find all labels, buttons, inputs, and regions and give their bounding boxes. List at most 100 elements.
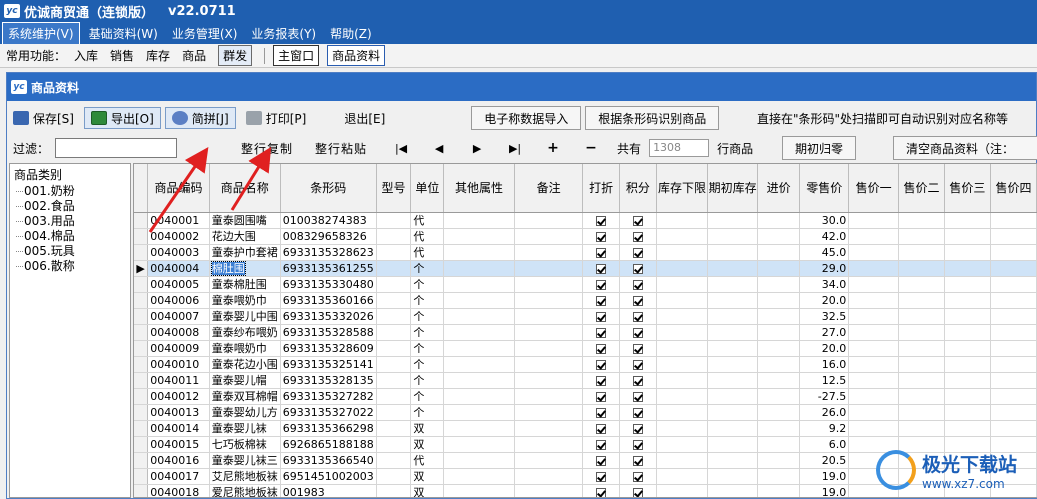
cell-name[interactable]: 童泰婴儿袜: [209, 420, 281, 437]
cell-price2[interactable]: [898, 228, 945, 245]
tree-node-toys[interactable]: 005.玩具: [14, 244, 126, 259]
cell-retail[interactable]: 34.0: [799, 276, 850, 293]
cell-price2[interactable]: [898, 404, 945, 421]
cell-discount[interactable]: [582, 340, 621, 357]
cell-price3[interactable]: [944, 244, 991, 261]
cell-price4[interactable]: [990, 388, 1037, 405]
quick-item-goods[interactable]: 商品: [182, 47, 206, 64]
cell-model[interactable]: [376, 420, 412, 437]
cell-name[interactable]: 童泰棉肚围: [209, 276, 281, 293]
row-indicator[interactable]: [134, 436, 149, 453]
checkbox-icon[interactable]: [632, 455, 643, 466]
cell-cost[interactable]: [757, 404, 801, 421]
cell-name[interactable]: 童泰婴儿帽: [209, 372, 281, 389]
first-record-button[interactable]: |◀: [389, 142, 413, 155]
save-button[interactable]: 保存[S]: [7, 107, 80, 129]
cell-points[interactable]: [619, 324, 657, 341]
table-row[interactable]: 0040007 童泰婴儿中围 6933135332026 个 32.5: [134, 308, 1037, 325]
checkbox-icon[interactable]: [596, 295, 607, 306]
col-header-initial-stock[interactable]: 期初库存: [707, 164, 759, 213]
cell-unit[interactable]: 个: [410, 372, 445, 389]
cell-stock-min[interactable]: [656, 212, 709, 229]
cell-unit[interactable]: 个: [410, 404, 445, 421]
cell-unit[interactable]: 双: [410, 420, 445, 437]
cell-remarks[interactable]: [514, 468, 584, 485]
cell-unit[interactable]: 个: [410, 260, 445, 277]
cell-price2[interactable]: [898, 388, 945, 405]
checkbox-icon[interactable]: [596, 487, 607, 497]
cell-remarks[interactable]: [514, 484, 584, 497]
cell-barcode[interactable]: 6933135332026: [280, 308, 377, 325]
cell-price3[interactable]: [944, 292, 991, 309]
cell-price3[interactable]: [944, 388, 991, 405]
cell-points[interactable]: [619, 420, 657, 437]
cell-model[interactable]: [376, 404, 412, 421]
col-header-discount[interactable]: 打折: [582, 164, 621, 213]
cell-discount[interactable]: [582, 420, 621, 437]
cell-retail[interactable]: 29.0: [799, 260, 850, 277]
cell-remarks[interactable]: [514, 292, 584, 309]
cell-price4[interactable]: [990, 308, 1037, 325]
cell-model[interactable]: [376, 436, 412, 453]
cell-cost[interactable]: [757, 308, 801, 325]
cell-points[interactable]: [619, 484, 657, 497]
cell-initial-stock[interactable]: [707, 420, 759, 437]
checkbox-icon[interactable]: [596, 311, 607, 322]
cell-remarks[interactable]: [514, 260, 584, 277]
cell-model[interactable]: [376, 228, 412, 245]
cell-discount[interactable]: [582, 292, 621, 309]
cell-stock-min[interactable]: [656, 292, 709, 309]
cell-cost[interactable]: [757, 468, 801, 485]
checkbox-icon[interactable]: [596, 407, 607, 418]
cell-code[interactable]: 0040006: [147, 292, 210, 309]
cell-unit[interactable]: 个: [410, 292, 445, 309]
col-header-unit[interactable]: 单位: [410, 164, 445, 213]
cell-discount[interactable]: [582, 452, 621, 469]
cell-price1[interactable]: [848, 292, 899, 309]
cell-attributes[interactable]: [443, 308, 515, 325]
cell-attributes[interactable]: [443, 436, 515, 453]
cell-model[interactable]: [376, 324, 412, 341]
cell-model[interactable]: [376, 452, 412, 469]
cell-cost[interactable]: [757, 324, 801, 341]
selected-cell-text[interactable]: 棉肚围: [210, 260, 246, 275]
cell-points[interactable]: [619, 388, 657, 405]
checkbox-icon[interactable]: [632, 439, 643, 450]
cell-code[interactable]: 0040018: [147, 484, 210, 497]
cell-stock-min[interactable]: [656, 372, 709, 389]
col-header-price4[interactable]: 售价四: [990, 164, 1037, 213]
row-indicator[interactable]: [134, 212, 149, 229]
cell-discount[interactable]: [582, 388, 621, 405]
cell-stock-min[interactable]: [656, 468, 709, 485]
row-indicator[interactable]: [134, 388, 149, 405]
cell-retail[interactable]: 32.5: [799, 308, 850, 325]
cell-remarks[interactable]: [514, 340, 584, 357]
tree-node-milk-powder[interactable]: 001.奶粉: [14, 184, 126, 199]
checkbox-icon[interactable]: [632, 231, 643, 242]
cell-remarks[interactable]: [514, 308, 584, 325]
cell-discount[interactable]: [582, 260, 621, 277]
cell-price4[interactable]: [990, 340, 1037, 357]
cell-price4[interactable]: [990, 356, 1037, 373]
table-row[interactable]: 0040013 童泰婴幼儿方 6933135327022 个 26.0: [134, 404, 1037, 421]
cell-name[interactable]: 童泰纱布喂奶: [209, 324, 281, 341]
checkbox-icon[interactable]: [596, 231, 607, 242]
checkbox-icon[interactable]: [632, 311, 643, 322]
cell-cost[interactable]: [757, 436, 801, 453]
cell-initial-stock[interactable]: [707, 404, 759, 421]
checkbox-icon[interactable]: [596, 471, 607, 482]
cell-model[interactable]: [376, 292, 412, 309]
cell-price1[interactable]: [848, 420, 899, 437]
cell-name[interactable]: 童泰花边小围: [209, 356, 281, 373]
cell-barcode[interactable]: 6933135361255: [280, 260, 377, 277]
cell-model[interactable]: [376, 276, 412, 293]
cell-points[interactable]: [619, 356, 657, 373]
cell-unit[interactable]: 双: [410, 468, 445, 485]
cell-code[interactable]: 0040015: [147, 436, 210, 453]
cell-attributes[interactable]: [443, 260, 515, 277]
row-indicator[interactable]: [134, 420, 149, 437]
table-row[interactable]: 0040008 童泰纱布喂奶 6933135328588 个 27.0: [134, 324, 1037, 341]
cell-name[interactable]: 童泰护巾套裙: [209, 244, 281, 261]
col-header-stock-min[interactable]: 库存下限: [656, 164, 709, 213]
cell-price3[interactable]: [944, 404, 991, 421]
